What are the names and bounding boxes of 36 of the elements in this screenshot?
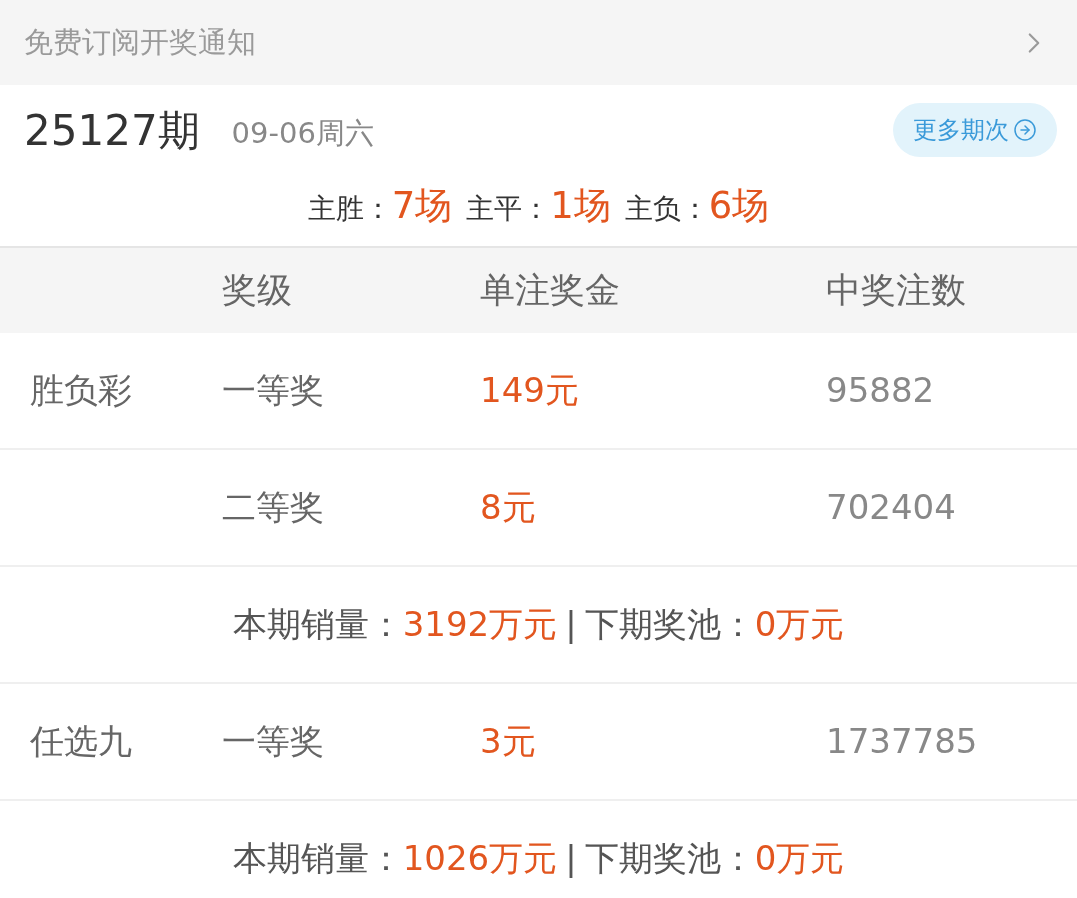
winner-count: 1737785 [826, 721, 978, 761]
result-label: 主负： [624, 190, 709, 227]
subscribe-label: 免费订阅开奖通知 [24, 23, 256, 61]
draw-date: 09-06周六 [231, 115, 374, 153]
more-issues-button[interactable]: 更多期次 [893, 103, 1057, 157]
winner-count: 702404 [826, 487, 956, 527]
result-value: 1场 [550, 182, 611, 229]
separator: | [565, 837, 577, 880]
result-label: 主平： [466, 190, 551, 227]
prize-level: 一等奖 [222, 370, 324, 410]
sales-label: 本期销量： [232, 603, 403, 646]
arrow-circle-icon [1013, 118, 1037, 142]
pool-value: 0万元 [754, 837, 845, 880]
result-value: 6场 [708, 182, 770, 229]
prize-amount: 8元 [480, 487, 536, 527]
column-header: 中奖注数 [826, 270, 966, 311]
prize-amount: 149元 [480, 370, 579, 410]
sales-value: 3192万元 [402, 603, 558, 646]
prize-amount: 3元 [480, 721, 536, 761]
prize-level: 一等奖 [222, 721, 324, 761]
pool-label: 下期奖池： [584, 603, 755, 646]
subscribe-bar[interactable]: 免费订阅开奖通知 [0, 0, 1077, 85]
prize-level: 二等奖 [222, 487, 324, 527]
game-name: 任选九 [30, 721, 132, 761]
column-header: 单注奖金 [480, 270, 620, 311]
sales-label: 本期销量： [232, 837, 403, 880]
pool-label: 下期奖池： [584, 837, 755, 880]
result-label: 主胜： [307, 190, 392, 227]
separator: | [565, 603, 577, 646]
game-name: 胜负彩 [30, 370, 132, 410]
issue-number: 25127期 [24, 104, 200, 157]
winner-count: 95882 [826, 370, 935, 410]
result-value: 7场 [391, 182, 453, 229]
column-header: 奖级 [222, 270, 292, 311]
pool-value: 0万元 [754, 603, 845, 646]
sales-value: 1026万元 [402, 837, 558, 880]
